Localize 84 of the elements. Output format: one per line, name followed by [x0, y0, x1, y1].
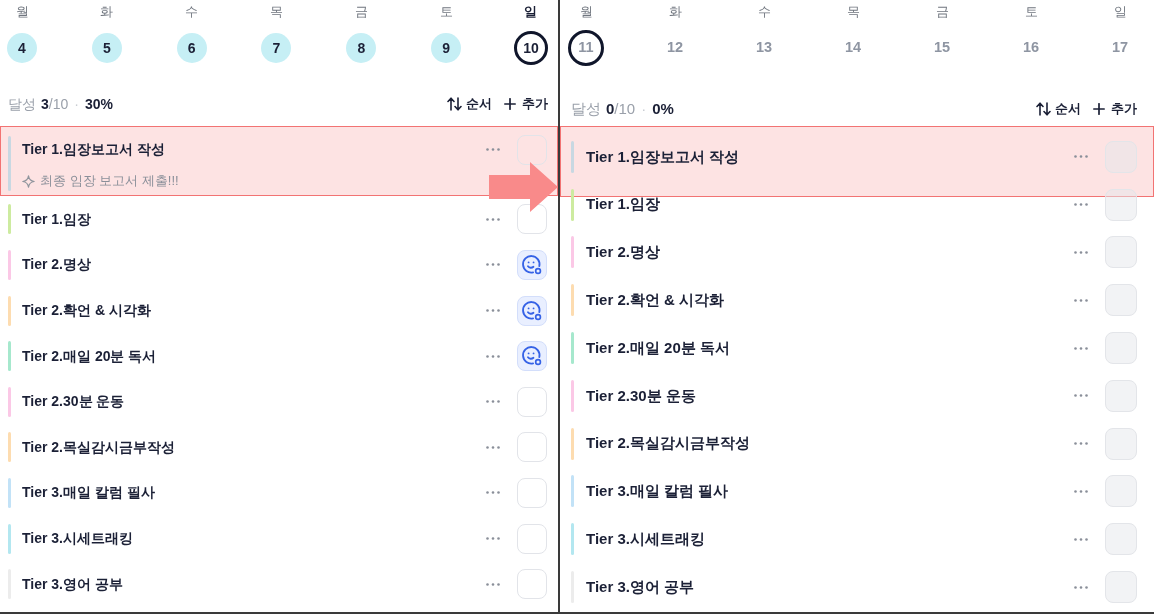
task-title[interactable]: Tier 3.영어 공부: [22, 573, 123, 595]
more-icon[interactable]: [486, 148, 500, 152]
add-button[interactable]: 추가: [1093, 99, 1137, 119]
total-count: /10: [614, 98, 636, 119]
task-checkbox[interactable]: [517, 432, 547, 463]
done-count: 0: [606, 98, 615, 119]
more-icon[interactable]: [486, 217, 500, 221]
weekday-label: 토: [1024, 3, 1038, 21]
more-icon[interactable]: [1074, 155, 1088, 159]
achievement-label: 달성: [571, 98, 601, 119]
more-icon[interactable]: [1074, 489, 1088, 493]
smiley-icon: [521, 299, 543, 322]
calendar-day[interactable]: 9: [431, 33, 462, 63]
more-icon[interactable]: [486, 354, 500, 358]
total-count: /10: [48, 94, 69, 114]
percent-value: 0%: [652, 98, 674, 119]
plus-icon: [1093, 103, 1105, 115]
weekday-label: 화: [100, 3, 114, 21]
task-note: 최종 임장 보고서 제출!!!: [40, 172, 179, 191]
sort-button[interactable]: 순서: [1036, 99, 1081, 119]
weekday-label: 토: [439, 3, 453, 21]
weekday-label: 일: [524, 3, 538, 21]
sparkle-icon: [22, 174, 35, 188]
smiley-icon: [521, 254, 543, 276]
more-icon[interactable]: [1074, 203, 1088, 207]
more-icon[interactable]: [486, 491, 500, 495]
task-title[interactable]: Tier 3.시세트래킹: [22, 528, 133, 550]
weekday-label: 화: [668, 3, 682, 21]
more-icon[interactable]: [1074, 394, 1088, 398]
add-button[interactable]: 추가: [504, 94, 548, 114]
task-checkbox[interactable]: [517, 295, 547, 326]
task-checkbox[interactable]: [517, 386, 547, 417]
sort-icon: [1036, 102, 1051, 116]
more-icon[interactable]: [486, 537, 500, 541]
task-title[interactable]: Tier 3.매일 칼럼 필사: [22, 482, 155, 504]
arrow-icon: [489, 162, 558, 212]
task-title[interactable]: Tier 2.목실감시금부작성: [22, 436, 175, 458]
more-icon[interactable]: [1074, 585, 1088, 589]
calendar-day[interactable]: 8: [346, 33, 377, 63]
task-checkbox[interactable]: [517, 477, 547, 508]
more-icon[interactable]: [1074, 251, 1088, 254]
more-icon[interactable]: [1074, 442, 1088, 446]
weekday-label: 수: [757, 3, 771, 21]
separator: ·: [641, 98, 647, 119]
more-icon[interactable]: [1074, 537, 1088, 541]
sort-icon: [447, 97, 462, 111]
weekday-label: 수: [185, 3, 199, 21]
task-title[interactable]: Tier 2.매일 20분 독서: [22, 345, 157, 367]
sort-button[interactable]: 순서: [447, 94, 492, 114]
plus-icon: [504, 98, 516, 110]
task-checkbox[interactable]: [517, 341, 547, 372]
task-checkbox[interactable]: [517, 250, 547, 280]
more-icon[interactable]: [486, 582, 500, 586]
separator: ·: [74, 94, 79, 114]
weekday-label: 목: [846, 3, 860, 21]
task-title[interactable]: Tier 2.30분 운동: [22, 391, 125, 413]
more-icon[interactable]: [486, 309, 500, 313]
percent-value: 30%: [84, 94, 113, 114]
more-icon[interactable]: [1074, 346, 1088, 350]
task-checkbox[interactable]: [517, 134, 547, 165]
more-icon[interactable]: [1074, 298, 1088, 302]
task-title[interactable]: Tier 2.명상: [22, 254, 91, 276]
weekday-label: 금: [354, 3, 368, 21]
task-checkbox[interactable]: [517, 523, 547, 554]
more-icon[interactable]: [486, 445, 500, 449]
weekday-label: 월: [15, 3, 29, 21]
task-title[interactable]: Tier 1.임장: [22, 208, 91, 230]
calendar-day[interactable]: 6: [176, 33, 207, 63]
smiley-icon: [521, 345, 543, 368]
done-count: 3: [41, 94, 49, 114]
calendar-day[interactable]: 10: [513, 31, 548, 65]
task-title[interactable]: Tier 1.임장보고서 작성: [22, 139, 165, 161]
weekday-label: 일: [1113, 3, 1127, 21]
weekday-label: 목: [270, 3, 283, 21]
calendar-day[interactable]: 4: [7, 33, 37, 63]
weekday-label: 금: [935, 3, 949, 21]
calendar-day[interactable]: 7: [261, 33, 292, 63]
more-icon[interactable]: [486, 263, 500, 267]
more-icon[interactable]: [486, 400, 500, 404]
task-title[interactable]: Tier 2.확언 & 시각화: [22, 300, 151, 322]
task-checkbox[interactable]: [517, 569, 547, 600]
weekday-label: 월: [579, 3, 593, 21]
calendar-day[interactable]: 5: [91, 33, 122, 63]
achievement-label: 달성: [8, 94, 36, 114]
